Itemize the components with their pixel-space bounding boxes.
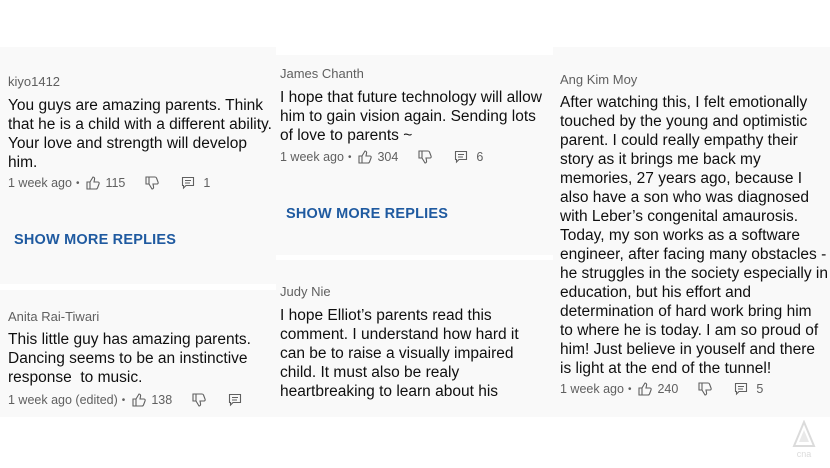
comment-text: I hope Elliot’s parents read this commen…: [280, 306, 552, 401]
reply-icon[interactable]: [228, 393, 242, 407]
comment-line: Today, my son works as a software: [560, 227, 801, 244]
show-more-replies-button[interactable]: SHOW MORE REPLIES: [14, 232, 176, 248]
comment-author[interactable]: Ang Kim Moy: [560, 72, 637, 87]
separator-dot: •: [75, 177, 80, 189]
reply-icon[interactable]: [181, 176, 195, 190]
reply-count: 1: [203, 176, 211, 190]
separator-dot: •: [347, 151, 352, 163]
comment-text: I hope that future technology will allow…: [280, 88, 552, 145]
like-count: 304: [377, 150, 399, 164]
comment-author[interactable]: James Chanth: [280, 66, 364, 81]
logo-text: cna: [797, 449, 812, 459]
comment-line: him! Just believe in youself and there: [560, 341, 816, 358]
comment-line: response to music.: [8, 369, 143, 386]
comment-text: You guys are amazing parents. Think that…: [8, 96, 276, 172]
comment-line: After watching this, I felt emotionally: [560, 94, 808, 111]
comment-line: engineer, after facing many obstacles -: [560, 246, 827, 263]
comment-timestamp: 1 week ago: [280, 150, 344, 164]
comment-line: can be to raise a visually impaired: [280, 345, 514, 362]
thumbs-down-icon[interactable]: [418, 150, 433, 164]
comment-timestamp: 1 week ago: [8, 176, 72, 190]
comment-meta: 1 week ago • 240 5: [560, 382, 763, 396]
comment-line: that he is a child with a different abil…: [8, 116, 272, 133]
comment-line: Your love and strength will develop: [8, 135, 247, 152]
comment-timestamp: 1 week ago: [560, 382, 624, 396]
separator-dot: •: [121, 394, 126, 406]
thumbs-up-icon[interactable]: [86, 176, 101, 190]
reply-icon[interactable]: [454, 150, 468, 164]
comment-line: memories, 27 years ago, because I: [560, 170, 803, 187]
thumbs-down-icon[interactable]: [145, 176, 160, 190]
comment-line: child. It must also be realy: [280, 364, 460, 381]
comment-line: Dancing seems to be an instinctive: [8, 350, 248, 367]
show-more-replies-button[interactable]: SHOW MORE REPLIES: [286, 206, 448, 222]
reply-icon[interactable]: [734, 382, 748, 396]
thumbs-down-icon[interactable]: [192, 393, 206, 407]
comment-author[interactable]: Judy Nie: [280, 284, 331, 299]
thumbs-up-icon[interactable]: [132, 393, 147, 407]
comment-line: I hope Elliot’s parents read this: [280, 307, 492, 324]
comment-line: is light at the end of the tunnel!: [560, 360, 772, 377]
like-count: 240: [657, 382, 679, 396]
comment-text: This little guy has amazing parents. Dan…: [8, 330, 276, 387]
comment-line: also have a son who was diagnosed: [560, 189, 810, 206]
comment-line: You guys are amazing parents. Think: [8, 97, 264, 114]
comment-line: him to gain vision again. Sending lots: [280, 108, 536, 125]
comment-timestamp: 1 week ago (edited): [8, 393, 118, 407]
comment-line: comment. I understand how hard it: [280, 326, 519, 343]
thumbs-down-icon[interactable]: [698, 382, 713, 396]
comment-author[interactable]: kiyo1412: [8, 74, 60, 89]
comment-line: to where he is today. I am so proud of: [560, 322, 819, 339]
comment-line: of love to parents ~: [280, 127, 413, 144]
comment-line: I hope that future technology will allow: [280, 89, 542, 106]
reply-count: 5: [756, 382, 764, 396]
comment-line: heartbreaking to learn about his: [280, 383, 499, 400]
comment-text: After watching this, I felt emotionally …: [560, 93, 830, 378]
like-count: 138: [151, 393, 173, 407]
comment-line: parent. I could really empathy their: [560, 132, 798, 149]
comment-line: This little guy has amazing parents.: [8, 331, 251, 348]
comment-line: determination of hard work bring him: [560, 303, 812, 320]
comment-meta: 1 week ago • 304 6: [280, 150, 483, 164]
comment-line: touched by the young and optimistic: [560, 113, 808, 130]
thumbs-up-icon[interactable]: [358, 150, 373, 164]
comment-line: with Leber’s congenital amaurosis.: [560, 208, 799, 225]
comment-meta: 1 week ago (edited) • 138: [8, 393, 242, 407]
thumbs-up-icon[interactable]: [638, 382, 653, 396]
comment-line: education, but his effort and: [560, 284, 752, 301]
comment-line: he struggles in the society especially i…: [560, 265, 828, 282]
cna-logo: cna: [790, 419, 818, 465]
comment-line: story as it brings me back my: [560, 151, 761, 168]
comment-author[interactable]: Anita Rai-Tiwari: [8, 309, 99, 324]
comment-line: him.: [8, 154, 38, 171]
reply-count: 6: [476, 150, 484, 164]
comment-meta: 1 week ago • 115 1: [8, 176, 210, 190]
separator-dot: •: [627, 383, 632, 395]
like-count: 115: [105, 176, 126, 190]
